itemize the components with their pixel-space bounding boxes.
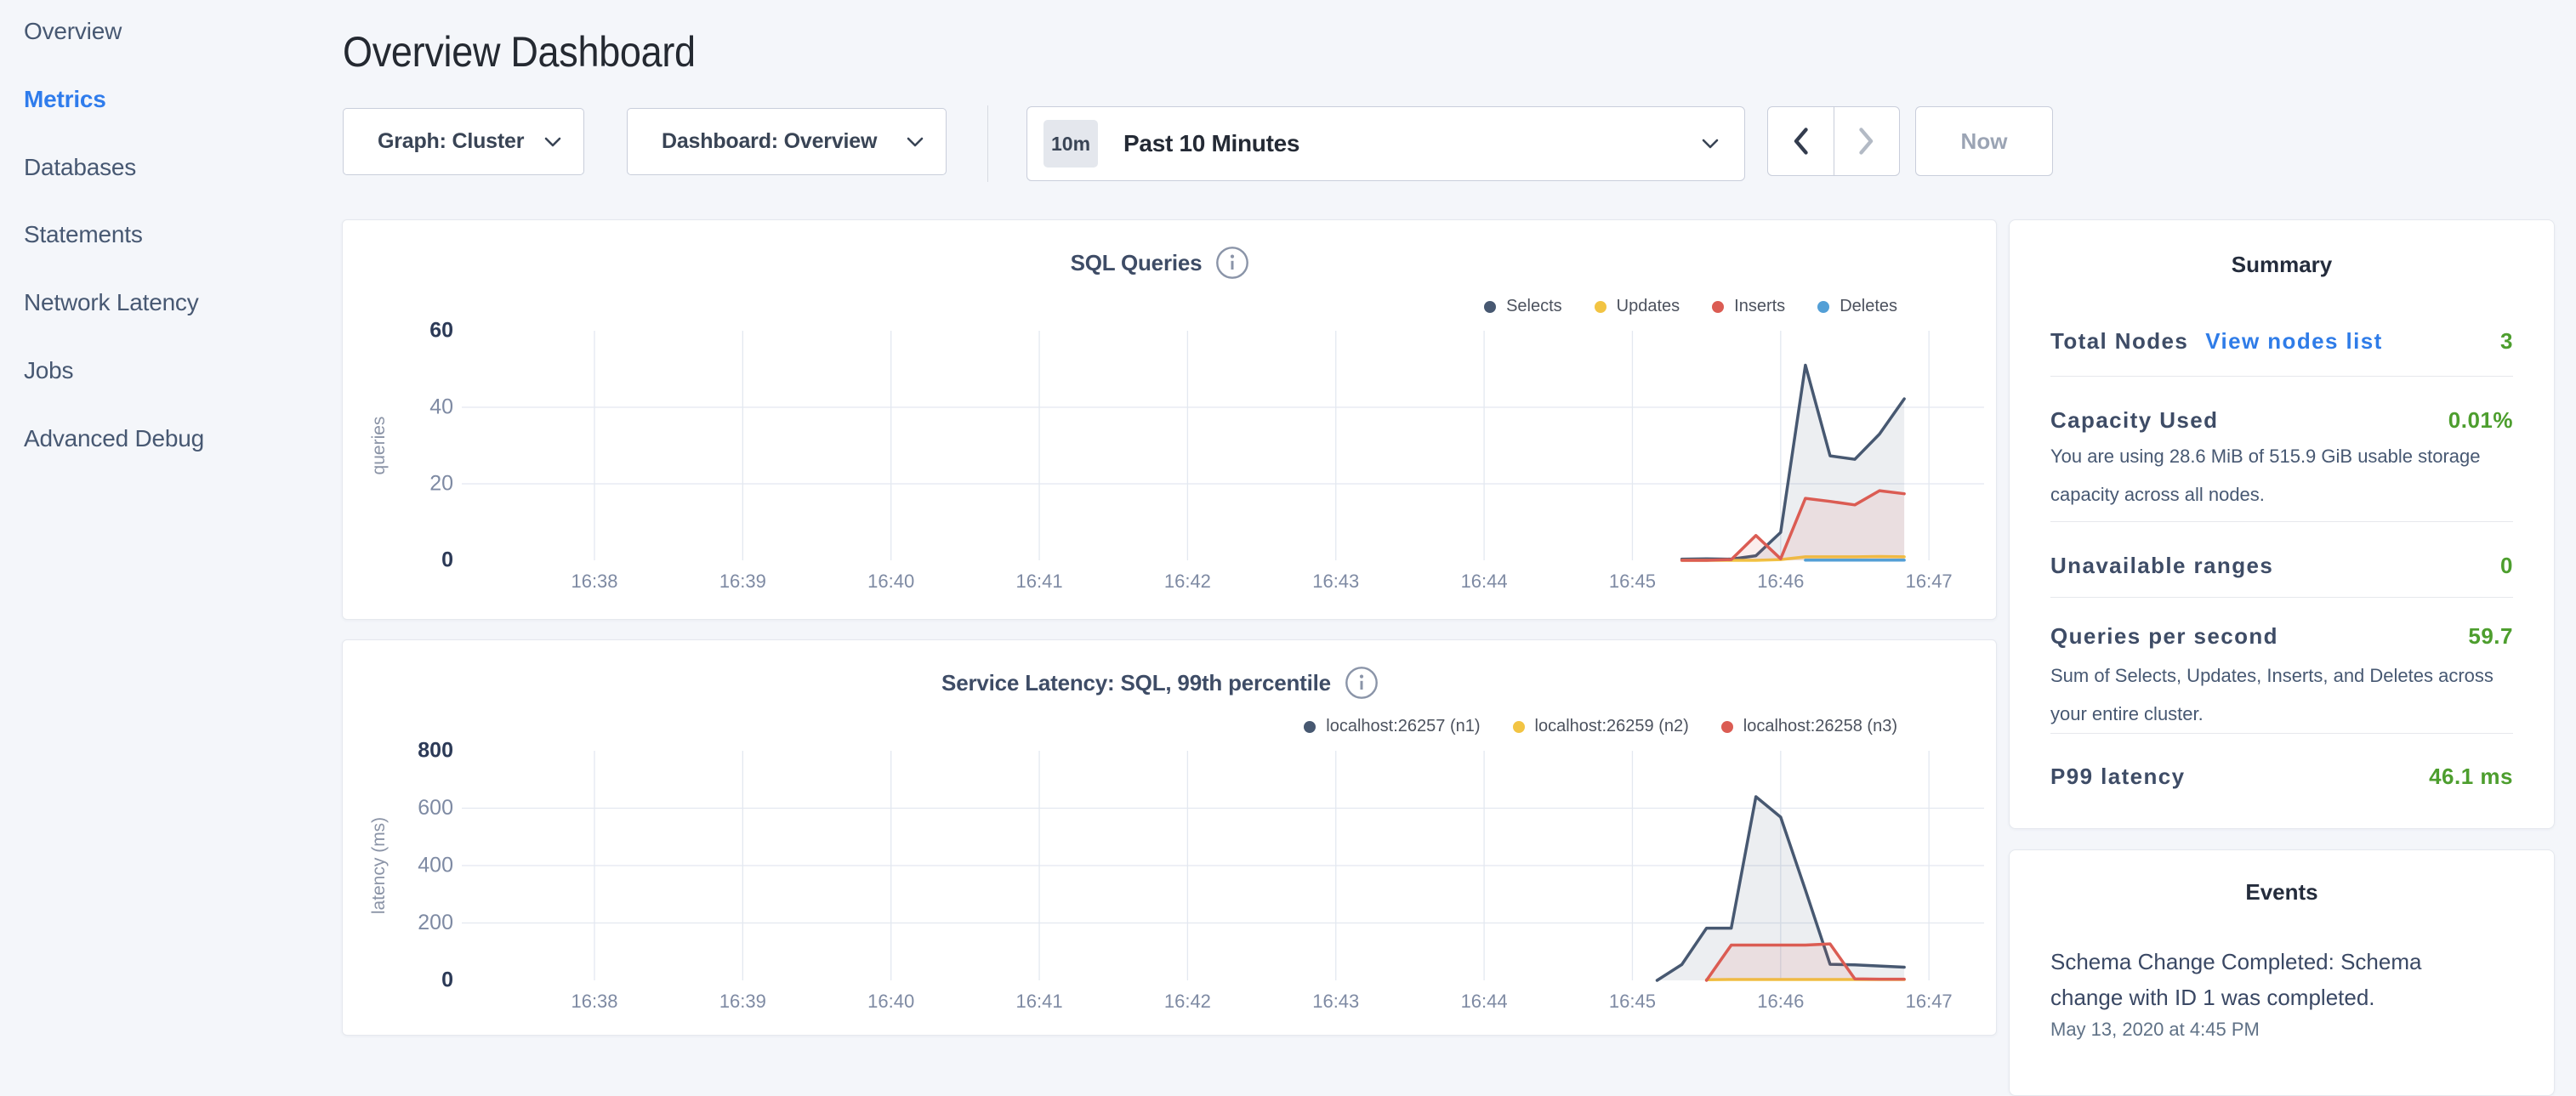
y-tick-label: 400: [418, 854, 453, 877]
sidebar-item-statements[interactable]: Statements: [24, 221, 143, 248]
summary-row-value: 0.01%: [2448, 407, 2513, 434]
x-tick-label: 16:45: [1609, 991, 1656, 1012]
x-tick-label: 16:42: [1164, 571, 1211, 592]
x-tick-label: 16:41: [1016, 571, 1063, 592]
chevron-down-icon: [544, 137, 561, 147]
summary-separator: [2050, 597, 2513, 598]
sidebar-item-metrics[interactable]: Metrics: [24, 86, 106, 113]
chevron-right-icon: [1857, 127, 1877, 156]
dashboard-dropdown[interactable]: Dashboard: Overview: [627, 108, 947, 175]
sidebar-item-databases[interactable]: Databases: [24, 154, 136, 181]
x-tick-label: 16:44: [1461, 571, 1508, 592]
summary-row-value: 59.7: [2468, 623, 2513, 650]
summary-row-value: 0: [2500, 553, 2513, 579]
summary-title: Summary: [2010, 252, 2554, 278]
x-tick-label: 16:39: [719, 991, 766, 1012]
x-tick-label: 16:46: [1757, 571, 1804, 592]
summary-row-label: P99 latency: [2050, 764, 2186, 790]
y-tick-label: 20: [429, 472, 453, 496]
chart-plot: 0 200 400 600 800 16:38 16:39 16:40 16:41 16:42 16…: [343, 640, 1998, 1036]
sidebar: Overview Metrics Databases Statements Networ…: [0, 0, 336, 1051]
event-message: Schema Change Completed: Schema change w…: [2050, 944, 2476, 1015]
y-tick-label: 200: [418, 911, 453, 934]
page-title: Overview Dashboard: [343, 27, 696, 77]
now-button[interactable]: Now: [1915, 106, 2053, 176]
x-tick-label: 16:43: [1312, 571, 1359, 592]
graph-dropdown-label: Graph: Cluster: [378, 129, 524, 154]
sidebar-item-overview[interactable]: Overview: [24, 18, 122, 45]
prev-time-button[interactable]: [1768, 107, 1834, 175]
summary-row-label: Unavailable ranges: [2050, 553, 2273, 579]
summary-card: Summary Total NodesView nodes list 3 Capac…: [2009, 219, 2555, 829]
summary-row-label: Capacity Used: [2050, 407, 2218, 434]
x-tick-label: 16:40: [867, 991, 914, 1012]
chevron-left-icon: [1790, 127, 1811, 156]
x-tick-label: 16:38: [571, 991, 617, 1012]
x-tick-label: 16:40: [867, 571, 914, 592]
chart-plot: 0 20 40 60 16:38 16:39 16:40 16:41 16:42 16:43 16:…: [343, 220, 1998, 621]
x-tick-label: 16:47: [1906, 571, 1953, 592]
x-tick-label: 16:43: [1312, 991, 1359, 1012]
x-tick-label: 16:44: [1461, 991, 1508, 1012]
chart-panel-sql-queries: SQL QueriesSelectsUpdatesInsertsDeletes0…: [342, 219, 1997, 620]
summary-separator: [2050, 733, 2513, 734]
x-tick-label: 16:45: [1609, 571, 1656, 592]
x-tick-label: 16:41: [1016, 991, 1063, 1012]
summary-row-label: Queries per second: [2050, 623, 2278, 650]
time-window-select[interactable]: 10m Past 10 Minutes: [1026, 106, 1745, 181]
events-title: Events: [2010, 879, 2554, 906]
summary-separator: [2050, 521, 2513, 522]
dashboard-dropdown-label: Dashboard: Overview: [662, 129, 877, 154]
event-timestamp[interactable]: May 13, 2020 at 4:45 PM: [2050, 1019, 2260, 1041]
time-window-badge: 10m: [1043, 120, 1098, 168]
x-tick-label: 16:39: [719, 571, 766, 592]
summary-row-description: Sum of Selects, Updates, Inserts, and De…: [2050, 656, 2515, 733]
sidebar-item-network-latency[interactable]: Network Latency: [24, 289, 199, 316]
next-time-button[interactable]: [1834, 107, 1900, 175]
chart-panel-service-latency: Service Latency: SQL, 99th percentileloc…: [342, 639, 1997, 1036]
y-tick-label: 0: [441, 968, 453, 992]
y-axis-unit-label: latency (ms): [369, 817, 389, 914]
y-tick-label: 0: [441, 548, 453, 572]
x-tick-label: 16:38: [571, 571, 617, 592]
controls-divider: [987, 105, 988, 182]
summary-row-value: 46.1 ms: [2429, 764, 2513, 790]
sidebar-item-advanced-debug[interactable]: Advanced Debug: [24, 425, 204, 452]
y-tick-label: 600: [418, 796, 453, 820]
time-step-buttons: [1767, 106, 1900, 176]
chevron-down-icon: [1702, 139, 1719, 149]
summary-row-description: You are using 28.6 MiB of 515.9 GiB usab…: [2050, 437, 2515, 514]
time-window-label: Past 10 Minutes: [1123, 130, 1683, 157]
y-axis-unit-label: queries: [369, 417, 389, 475]
events-card: Events Schema Change Completed: Schema c…: [2009, 849, 2555, 1096]
y-tick-label: 800: [418, 739, 453, 763]
summary-row-value: 3: [2500, 328, 2513, 355]
x-tick-label: 16:42: [1164, 991, 1211, 1012]
chevron-down-icon: [907, 137, 924, 147]
graph-dropdown[interactable]: Graph: Cluster: [343, 108, 584, 175]
x-tick-label: 16:47: [1906, 991, 1953, 1012]
sidebar-item-jobs[interactable]: Jobs: [24, 357, 73, 384]
y-tick-label: 40: [429, 395, 453, 419]
y-tick-label: 60: [429, 319, 453, 343]
x-tick-label: 16:46: [1757, 991, 1804, 1012]
summary-row-label: Total NodesView nodes list: [2050, 328, 2383, 355]
summary-separator: [2050, 376, 2513, 377]
view-nodes-list-link[interactable]: View nodes list: [2205, 328, 2382, 354]
